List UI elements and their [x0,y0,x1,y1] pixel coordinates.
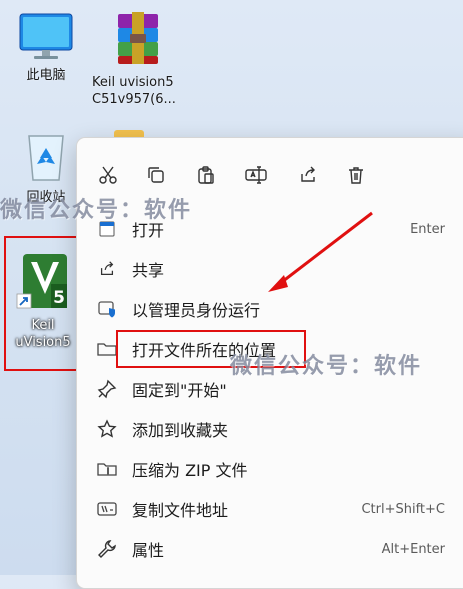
menu-item-shortcut: Ctrl+Shift+C [361,501,445,517]
highlight-box-keil-icon [4,236,81,371]
menu-item-label: 属性 [132,541,165,560]
menu-item-label: 复制文件地址 [132,501,229,520]
menu-item-properties[interactable]: 属性 Alt+Enter [89,530,449,568]
copy-icon [148,167,164,183]
paste-button[interactable] [189,158,223,192]
context-menu-toolbar [77,158,463,192]
rename-button[interactable] [239,158,273,192]
menu-item-label: 压缩为 ZIP 文件 [132,461,248,480]
zip-icon [94,458,120,480]
winrar-archive-icon [118,12,158,64]
menu-item-label: 固定到"开始" [132,381,227,400]
watermark-text: 微信公众号：软件 [0,198,193,223]
monitor-icon [19,13,73,59]
menu-item-label: 共享 [132,261,165,280]
shield-icon [94,298,120,320]
delete-button[interactable] [339,158,373,192]
menu-item-share[interactable]: 共享 [89,250,449,288]
desktop-icon-label-line2: C51v957(6... [92,92,176,107]
desktop-icon-this-pc[interactable]: 此电脑 [14,12,78,84]
delete-icon [349,167,363,184]
menu-item-shortcut: Enter [410,221,445,237]
paste-icon [198,166,214,184]
star-icon [94,418,120,440]
rename-icon [245,166,267,184]
pin-icon [94,378,120,400]
desktop-icon-label-line1: Keil uvision5 [92,75,174,90]
menu-item-label: 添加到收藏夹 [132,421,229,440]
copy-button[interactable] [139,158,173,192]
menu-item-add-to-favorites[interactable]: 添加到收藏夹 [89,410,449,448]
desktop-icon-label: 此电脑 [26,68,66,83]
share-icon [301,166,315,182]
recycle-bin-icon [28,135,64,181]
desktop-icon-keil-archive[interactable]: Keil uvision5 C51v957(6... [92,10,202,108]
copy-path-icon [94,498,120,520]
watermark-text: 微信公众号：软件 [230,354,423,379]
menu-item-copy-path[interactable]: 复制文件地址 Ctrl+Shift+C [89,490,449,528]
menu-item-shortcut: Alt+Enter [381,541,445,557]
cut-button[interactable] [91,158,125,192]
cut-icon [99,166,117,184]
wrench-icon [94,538,120,560]
menu-item-run-as-admin[interactable]: 以管理员身份运行 [89,290,449,328]
menu-item-label: 以管理员身份运行 [132,301,261,320]
menu-item-compress-zip[interactable]: 压缩为 ZIP 文件 [89,450,449,488]
share-icon [94,258,120,280]
share-button[interactable] [291,158,325,192]
